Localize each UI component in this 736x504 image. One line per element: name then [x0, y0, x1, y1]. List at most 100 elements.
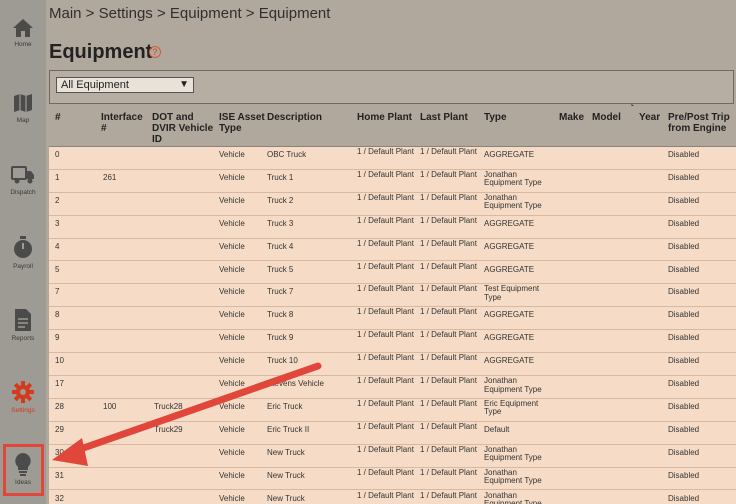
- row-last-plant: 1 / Default Plant: [420, 353, 477, 363]
- column-header-ise-asset-type[interactable]: ISE Asset Type: [219, 106, 265, 134]
- row-dot-id: Truck29: [154, 424, 183, 434]
- table-row[interactable]: 29 Truck29 Vehicle Eric Truck II 1 / Default…: [49, 421, 736, 445]
- row-description: Eric Truck II: [267, 424, 310, 434]
- row-interface: [101, 306, 151, 311]
- row-pre-post-trip: Disabled: [668, 447, 700, 457]
- row-home-plant: 1 / Default Plant: [357, 192, 414, 202]
- row-interface: [101, 444, 151, 449]
- column-header-home-plant[interactable]: Home Plant: [357, 106, 419, 123]
- help-icon[interactable]: ?: [149, 46, 161, 58]
- row-last-plant: 1 / Default Plant: [420, 261, 477, 271]
- row-description: Stevens Vehicle: [267, 379, 324, 388]
- row-type: Eric Equipment Type: [484, 398, 539, 417]
- row-ise-type: Vehicle: [219, 241, 245, 251]
- row-description: Truck 1: [267, 172, 294, 182]
- row-pre-post-trip: Disabled: [668, 310, 700, 320]
- row-dot-id: [152, 467, 218, 472]
- row-dot-id: [152, 238, 218, 243]
- row-type: Default: [484, 424, 510, 434]
- row-dot-id: [152, 306, 218, 311]
- column-header-interface[interactable]: Interface #: [101, 106, 151, 134]
- equipment-filter-value: All Equipment: [61, 79, 129, 91]
- row-home-plant: 1 / Default Plant: [357, 307, 414, 317]
- row-last-plant: 1 / Default Plant: [420, 147, 477, 156]
- row-dot-id: [152, 192, 218, 197]
- sidebar-item-settings[interactable]: Settings: [0, 380, 46, 414]
- table-row[interactable]: 10 Vehicle Truck 10 1 / Default Plant 1 / De…: [49, 352, 736, 376]
- column-header-pre-post-trip[interactable]: Pre/Post Trip from Engine: [668, 106, 736, 134]
- row-number: 28: [55, 401, 64, 411]
- row-dot-id: [152, 146, 218, 151]
- row-last-plant: 1 / Default Plant: [420, 307, 477, 317]
- row-ise-type: Vehicle: [219, 287, 245, 297]
- row-dot-id: [152, 169, 218, 174]
- row-home-plant: 1 / Default Plant: [357, 215, 414, 225]
- row-interface: [101, 261, 151, 266]
- row-dot-id: [152, 215, 218, 220]
- column-header-type[interactable]: Type: [484, 106, 557, 123]
- row-number: 9: [55, 333, 60, 343]
- row-pre-post-trip: Disabled: [668, 424, 700, 434]
- table-row[interactable]: 2 Vehicle Truck 2 1 / Default Plant 1 / Defa…: [49, 192, 736, 216]
- sidebar-item-map[interactable]: Map: [0, 92, 46, 124]
- row-ise-type: Vehicle: [219, 447, 245, 457]
- table-row[interactable]: 5 Vehicle Truck 5 1 / Default Plant 1 / Defa…: [49, 261, 736, 285]
- row-description: Truck 10: [267, 356, 298, 366]
- equipment-filter-select[interactable]: All Equipment ▼: [56, 77, 194, 93]
- gear-icon: [12, 381, 34, 403]
- row-last-plant: 1 / Default Plant: [420, 215, 477, 225]
- row-ise-type: Vehicle: [219, 333, 245, 343]
- sidebar-item-reports[interactable]: Reports: [0, 308, 46, 342]
- row-type: AGGREGATE: [484, 150, 535, 159]
- chevron-down-icon: ▼: [179, 79, 189, 90]
- table-row[interactable]: 8 Vehicle Truck 8 1 / Default Plant 1 / Defa…: [49, 306, 736, 331]
- table-row[interactable]: 30 Vehicle New Truck 1 / Default Plant 1 / D…: [49, 444, 736, 468]
- sidebar-item-payroll[interactable]: Payroll: [0, 236, 46, 270]
- column-header-last-plant[interactable]: Last Plant: [420, 106, 484, 123]
- sidebar-item-label: Map: [16, 117, 30, 124]
- row-description: Truck 5: [267, 264, 294, 274]
- table-row[interactable]: 0 Vehicle OBC Truck 1 / Default Plant 1 / De…: [49, 146, 736, 170]
- table-row[interactable]: 9 Vehicle Truck 9 1 / Default Plant 1 / Defa…: [49, 329, 736, 354]
- row-ise-type: Vehicle: [219, 172, 245, 182]
- table-row[interactable]: 32 Vehicle New Truck 1 / Default Plant 1 / D…: [49, 490, 736, 504]
- row-interface: [101, 490, 151, 495]
- sidebar-item-home[interactable]: Home: [0, 18, 46, 48]
- ideas-highlight-box: [3, 444, 44, 496]
- column-header-description[interactable]: Description: [267, 106, 355, 123]
- row-home-plant: 1 / Default Plant: [357, 330, 414, 340]
- row-number: 7: [55, 287, 60, 297]
- row-home-plant: 1 / Default Plant: [357, 169, 414, 179]
- column-header-make[interactable]: Make: [559, 106, 589, 123]
- row-pre-post-trip: Disabled: [668, 287, 700, 297]
- table-row[interactable]: 3 Vehicle Truck 3 1 / Default Plant 1 / Defa…: [49, 215, 736, 239]
- table-row[interactable]: 31 Vehicle New Truck 1 / Default Plant 1 / D…: [49, 467, 736, 491]
- column-header-model[interactable]: Model: [592, 106, 637, 123]
- column-header-dot-dvir-id[interactable]: DOT and DVIR Vehicle ID: [152, 106, 218, 145]
- table-row[interactable]: 7 Vehicle Truck 7 1 / Default Plant 1 / Defa…: [49, 283, 736, 308]
- table-row[interactable]: 1 261 Vehicle Truck 1 1 / Default Plant 1 / D…: [49, 169, 736, 193]
- row-interface: [101, 146, 151, 151]
- sidebar-item-dispatch[interactable]: Dispatch: [0, 164, 46, 196]
- row-type: Jonathan Equipment Type: [484, 444, 542, 463]
- row-pre-post-trip: Disabled: [668, 493, 700, 503]
- sidebar-item-label: Settings: [11, 407, 35, 414]
- row-number: 2: [55, 195, 60, 205]
- table-row[interactable]: 17 Vehicle Stevens Vehicle 1 / Default Plan…: [49, 375, 736, 399]
- row-interface: 100: [103, 401, 117, 411]
- row-dot-id: [152, 444, 218, 449]
- row-home-plant: 1 / Default Plant: [357, 421, 414, 431]
- row-pre-post-trip: Disabled: [668, 356, 700, 366]
- column-header-number[interactable]: #: [55, 106, 95, 123]
- row-number: 17: [55, 379, 64, 388]
- row-description: OBC Truck: [267, 150, 307, 159]
- row-type: Jonathan Equipment Type: [484, 490, 542, 504]
- table-row[interactable]: 28 100 Truck28 Vehicle Eric Truck 1 / Default…: [49, 398, 736, 422]
- row-ise-type: Vehicle: [219, 218, 245, 228]
- row-description: Truck 4: [267, 241, 294, 251]
- column-header-year[interactable]: Year: [639, 106, 665, 123]
- row-pre-post-trip: Disabled: [668, 150, 700, 159]
- row-ise-type: Vehicle: [219, 264, 245, 274]
- row-number: 29: [55, 424, 64, 434]
- table-row[interactable]: 4 Vehicle Truck 4 1 / Default Plant 1 / Defa…: [49, 238, 736, 262]
